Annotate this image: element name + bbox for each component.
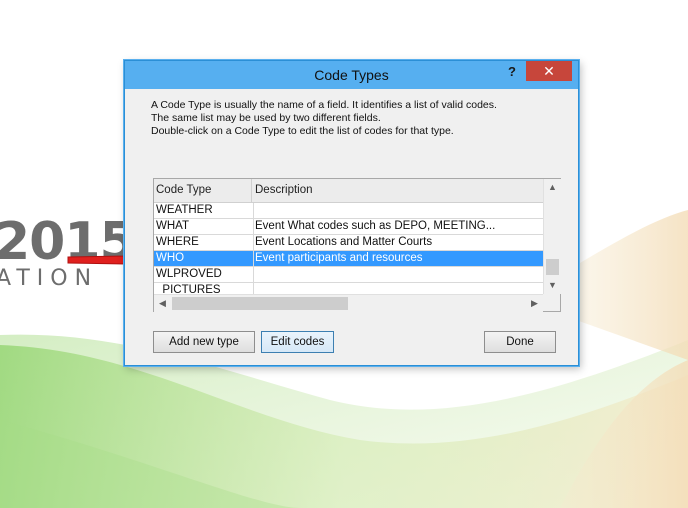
horizontal-scrollbar[interactable]: ◀ ▶ bbox=[154, 294, 543, 312]
code-type-cell: WEATHER bbox=[154, 203, 254, 218]
table-row[interactable]: WHAT Event What codes such as DEPO, MEET… bbox=[154, 219, 543, 235]
dialog-description: A Code Type is usually the name of a fie… bbox=[151, 99, 497, 138]
description-cell bbox=[253, 267, 543, 282]
dialog-titlebar[interactable]: Code Types ? ✕ bbox=[125, 61, 578, 89]
edit-codes-button[interactable]: Edit codes bbox=[261, 331, 334, 353]
description-line: A Code Type is usually the name of a fie… bbox=[151, 99, 497, 111]
table-row-selected[interactable]: WHO Event participants and resources bbox=[154, 251, 543, 267]
description-cell: Event participants and resources bbox=[255, 252, 423, 264]
dialog-client-area: A Code Type is usually the name of a fie… bbox=[131, 89, 572, 359]
description-cell: Event What codes such as DEPO, MEETING..… bbox=[255, 220, 496, 232]
scroll-down-icon[interactable]: ▼ bbox=[544, 277, 561, 294]
code-types-grid[interactable]: Code Type Description WEATHER WHAT Event… bbox=[153, 178, 561, 312]
grid-rows: WEATHER WHAT Event What codes such as DE… bbox=[154, 203, 543, 299]
scroll-left-icon[interactable]: ◀ bbox=[154, 295, 171, 312]
description-line: Double-click on a Code Type to edit the … bbox=[151, 125, 454, 137]
scroll-up-icon[interactable]: ▲ bbox=[544, 179, 561, 196]
column-header-description[interactable]: Description bbox=[253, 179, 543, 202]
add-new-type-button[interactable]: Add new type bbox=[153, 331, 255, 353]
table-row[interactable]: WLPROVED bbox=[154, 267, 543, 283]
done-button[interactable]: Done bbox=[484, 331, 556, 353]
scroll-right-icon[interactable]: ▶ bbox=[526, 295, 543, 312]
scrollbar-corner bbox=[543, 294, 560, 311]
vertical-scrollbar[interactable]: ▲ ▼ bbox=[543, 179, 561, 294]
description-line: The same list may be used by two differe… bbox=[151, 112, 381, 124]
column-header-code-type[interactable]: Code Type bbox=[154, 179, 252, 202]
code-type-cell: WHAT bbox=[154, 219, 254, 234]
grid-header: Code Type Description bbox=[154, 179, 543, 203]
code-types-dialog: Code Types ? ✕ A Code Type is usually th… bbox=[124, 60, 579, 366]
code-type-cell: WLPROVED bbox=[154, 267, 254, 282]
help-button[interactable]: ? bbox=[505, 63, 519, 81]
table-row[interactable]: WEATHER bbox=[154, 203, 543, 219]
close-button[interactable]: ✕ bbox=[526, 61, 572, 81]
description-cell bbox=[253, 203, 543, 218]
vertical-scroll-thumb[interactable] bbox=[546, 259, 559, 275]
code-type-cell: WHERE bbox=[154, 235, 254, 250]
horizontal-scroll-thumb[interactable] bbox=[172, 297, 348, 310]
table-row[interactable]: WHERE Event Locations and Matter Courts bbox=[154, 235, 543, 251]
code-type-cell: WHO bbox=[154, 251, 254, 266]
description-cell: Event Locations and Matter Courts bbox=[255, 236, 433, 248]
